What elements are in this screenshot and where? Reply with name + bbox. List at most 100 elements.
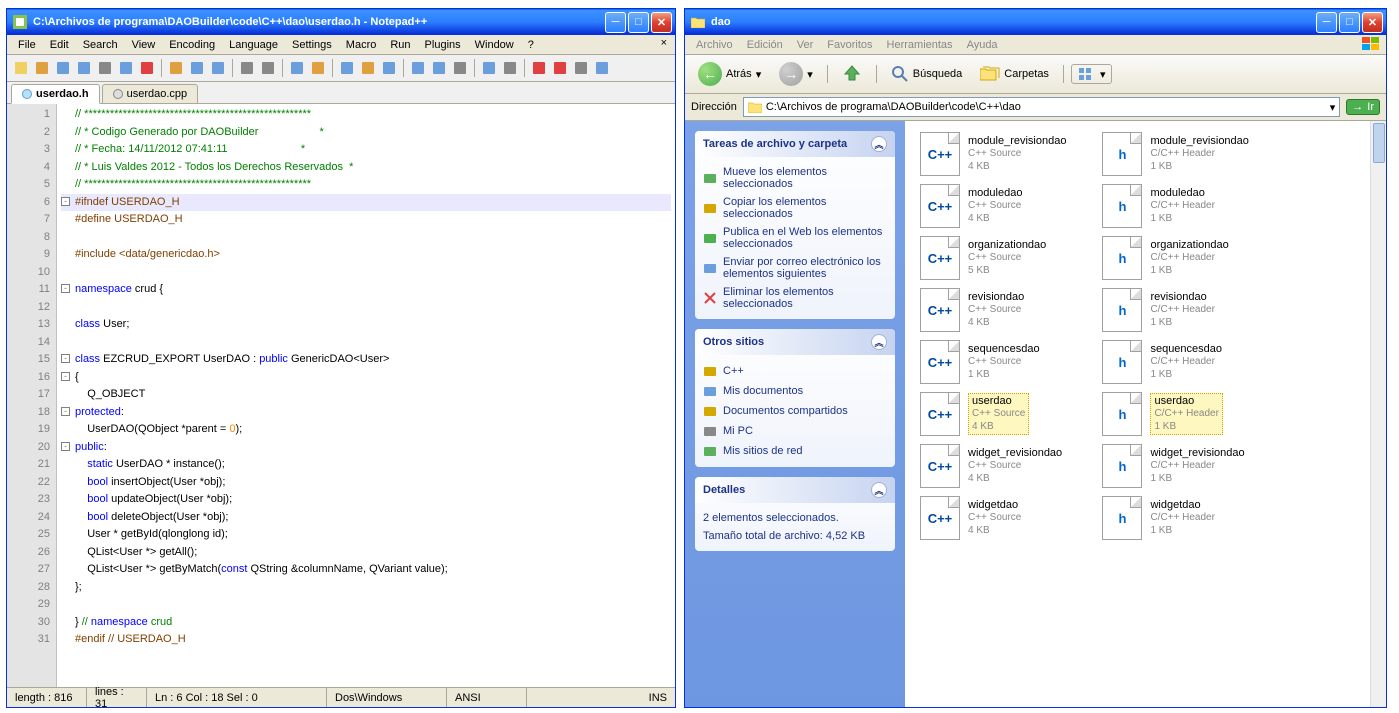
- other-panel-header[interactable]: Otros sitios ︽: [695, 329, 895, 355]
- toolbar-button-1[interactable]: [32, 58, 52, 78]
- code-line-16[interactable]: -{: [61, 369, 671, 387]
- menu-ayuda[interactable]: Ayuda: [960, 37, 1005, 53]
- toolbar-button-6[interactable]: [137, 58, 157, 78]
- toolbar-button-29[interactable]: [529, 58, 549, 78]
- toolbar-button-18[interactable]: [337, 58, 357, 78]
- close-button[interactable]: ✕: [1362, 12, 1383, 33]
- toolbar-button-20[interactable]: [379, 58, 399, 78]
- code-line-19[interactable]: UserDAO(QObject *parent = 0);: [61, 421, 671, 439]
- fold-icon[interactable]: -: [61, 197, 70, 206]
- scrollbar-thumb[interactable]: [1373, 123, 1385, 163]
- toolbar-button-4[interactable]: [95, 58, 115, 78]
- maximize-button[interactable]: □: [1339, 12, 1360, 33]
- toolbar-button-15[interactable]: [287, 58, 307, 78]
- fold-icon[interactable]: -: [61, 407, 70, 416]
- toolbar-button-19[interactable]: [358, 58, 378, 78]
- toolbar-button-30[interactable]: [550, 58, 570, 78]
- collapse-icon[interactable]: ︽: [871, 482, 887, 498]
- toolbar-button-26[interactable]: [479, 58, 499, 78]
- toolbar-button-32[interactable]: [592, 58, 612, 78]
- code-line-14[interactable]: [61, 334, 671, 352]
- toolbar-button-8[interactable]: [166, 58, 186, 78]
- file-revisiondao-h[interactable]: hrevisiondaoC/C++ Header1 KB: [1099, 285, 1251, 335]
- menu-search[interactable]: Search: [76, 37, 125, 53]
- minimize-button[interactable]: ─: [1316, 12, 1337, 33]
- task-link-delete[interactable]: Eliminar los elementos seleccionados: [703, 283, 887, 313]
- maximize-button[interactable]: □: [628, 12, 649, 33]
- toolbar-button-22[interactable]: [408, 58, 428, 78]
- toolbar-button-31[interactable]: [571, 58, 591, 78]
- code-line-17[interactable]: Q_OBJECT: [61, 386, 671, 404]
- code-line-10[interactable]: [61, 264, 671, 282]
- code-line-26[interactable]: QList<User *> getAll();: [61, 544, 671, 562]
- menu-ver[interactable]: Ver: [790, 37, 821, 53]
- forward-button[interactable]: → ▾: [772, 59, 820, 89]
- file-widgetdao-h[interactable]: hwidgetdaoC/C++ Header1 KB: [1099, 493, 1251, 543]
- code-line-3[interactable]: // * Fecha: 14/11/2012 07:41:11 *: [61, 141, 671, 159]
- task-link-copy[interactable]: Copiar los elementos seleccionados: [703, 193, 887, 223]
- menu-herramientas[interactable]: Herramientas: [880, 37, 960, 53]
- toolbar-button-2[interactable]: [53, 58, 73, 78]
- file-moduledao-cpp[interactable]: C++moduledaoC++ Source4 KB: [917, 181, 1069, 231]
- collapse-icon[interactable]: ︽: [871, 136, 887, 152]
- file-widget_revisiondao-cpp[interactable]: C++widget_revisiondaoC++ Source4 KB: [917, 441, 1069, 491]
- file-userdao-h[interactable]: huserdaoC/C++ Header1 KB: [1099, 389, 1251, 439]
- task-link-web[interactable]: Publica en el Web los elementos seleccio…: [703, 223, 887, 253]
- fold-icon[interactable]: -: [61, 442, 70, 451]
- npp-editor[interactable]: 1234567891011121314151617181920212223242…: [7, 104, 675, 687]
- code-line-1[interactable]: // *************************************…: [61, 106, 671, 124]
- code-line-6[interactable]: -#ifndef USERDAO_H: [61, 194, 671, 212]
- fold-icon[interactable]: -: [61, 284, 70, 293]
- menu-archivo[interactable]: Archivo: [689, 37, 740, 53]
- code-line-31[interactable]: #endif // USERDAO_H: [61, 631, 671, 649]
- place-link-shared[interactable]: Documentos compartidos: [703, 401, 887, 421]
- menu-edit[interactable]: Edit: [43, 37, 76, 53]
- scrollbar[interactable]: [1370, 121, 1386, 707]
- code-line-15[interactable]: -class EZCRUD_EXPORT UserDAO : public Ge…: [61, 351, 671, 369]
- file-revisiondao-cpp[interactable]: C++revisiondaoC++ Source4 KB: [917, 285, 1069, 335]
- code-line-18[interactable]: -protected:: [61, 404, 671, 422]
- code-line-5[interactable]: // *************************************…: [61, 176, 671, 194]
- menu-edición[interactable]: Edición: [740, 37, 790, 53]
- place-link-pc[interactable]: Mi PC: [703, 421, 887, 441]
- menu-settings[interactable]: Settings: [285, 37, 339, 53]
- code-line-4[interactable]: // * Luis Valdes 2012 - Todos los Derech…: [61, 159, 671, 177]
- back-button[interactable]: ← Atrás ▾: [691, 59, 768, 89]
- menu-view[interactable]: View: [125, 37, 163, 53]
- toolbar-button-5[interactable]: [116, 58, 136, 78]
- toolbar-button-0[interactable]: [11, 58, 31, 78]
- tasks-panel-header[interactable]: Tareas de archivo y carpeta ︽: [695, 131, 895, 157]
- code-line-23[interactable]: bool updateObject(User *obj);: [61, 491, 671, 509]
- code-line-8[interactable]: [61, 229, 671, 247]
- toolbar-button-10[interactable]: [208, 58, 228, 78]
- menu-macro[interactable]: Macro: [339, 37, 384, 53]
- code-area[interactable]: // *************************************…: [57, 104, 675, 687]
- search-button[interactable]: Búsqueda: [884, 62, 970, 86]
- views-button[interactable]: ▾: [1071, 64, 1113, 84]
- code-line-12[interactable]: [61, 299, 671, 317]
- code-line-20[interactable]: -public:: [61, 439, 671, 457]
- menu-plugins[interactable]: Plugins: [418, 37, 468, 53]
- file-module_revisiondao-cpp[interactable]: C++module_revisiondaoC++ Source4 KB: [917, 129, 1069, 179]
- fold-icon[interactable]: -: [61, 372, 70, 381]
- toolbar-button-12[interactable]: [237, 58, 257, 78]
- place-link-docs[interactable]: Mis documentos: [703, 381, 887, 401]
- toolbar-button-13[interactable]: [258, 58, 278, 78]
- tab-userdao-h[interactable]: userdao.h: [11, 84, 100, 104]
- file-sequencesdao-h[interactable]: hsequencesdaoC/C++ Header1 KB: [1099, 337, 1251, 387]
- toolbar-button-9[interactable]: [187, 58, 207, 78]
- menu-window[interactable]: Window: [468, 37, 521, 53]
- task-link-mail[interactable]: Enviar por correo electrónico los elemen…: [703, 253, 887, 283]
- menu-favoritos[interactable]: Favoritos: [820, 37, 879, 53]
- code-line-11[interactable]: -namespace crud {: [61, 281, 671, 299]
- go-button[interactable]: → Ir: [1346, 99, 1380, 115]
- toolbar-button-16[interactable]: [308, 58, 328, 78]
- toolbar-button-23[interactable]: [429, 58, 449, 78]
- file-widget_revisiondao-h[interactable]: hwidget_revisiondaoC/C++ Header1 KB: [1099, 441, 1251, 491]
- npp-titlebar[interactable]: C:\Archivos de programa\DAOBuilder\code\…: [7, 9, 675, 35]
- menu-run[interactable]: Run: [383, 37, 417, 53]
- code-line-29[interactable]: [61, 596, 671, 614]
- close-button[interactable]: ✕: [651, 12, 672, 33]
- code-line-13[interactable]: class User;: [61, 316, 671, 334]
- code-line-21[interactable]: static UserDAO * instance();: [61, 456, 671, 474]
